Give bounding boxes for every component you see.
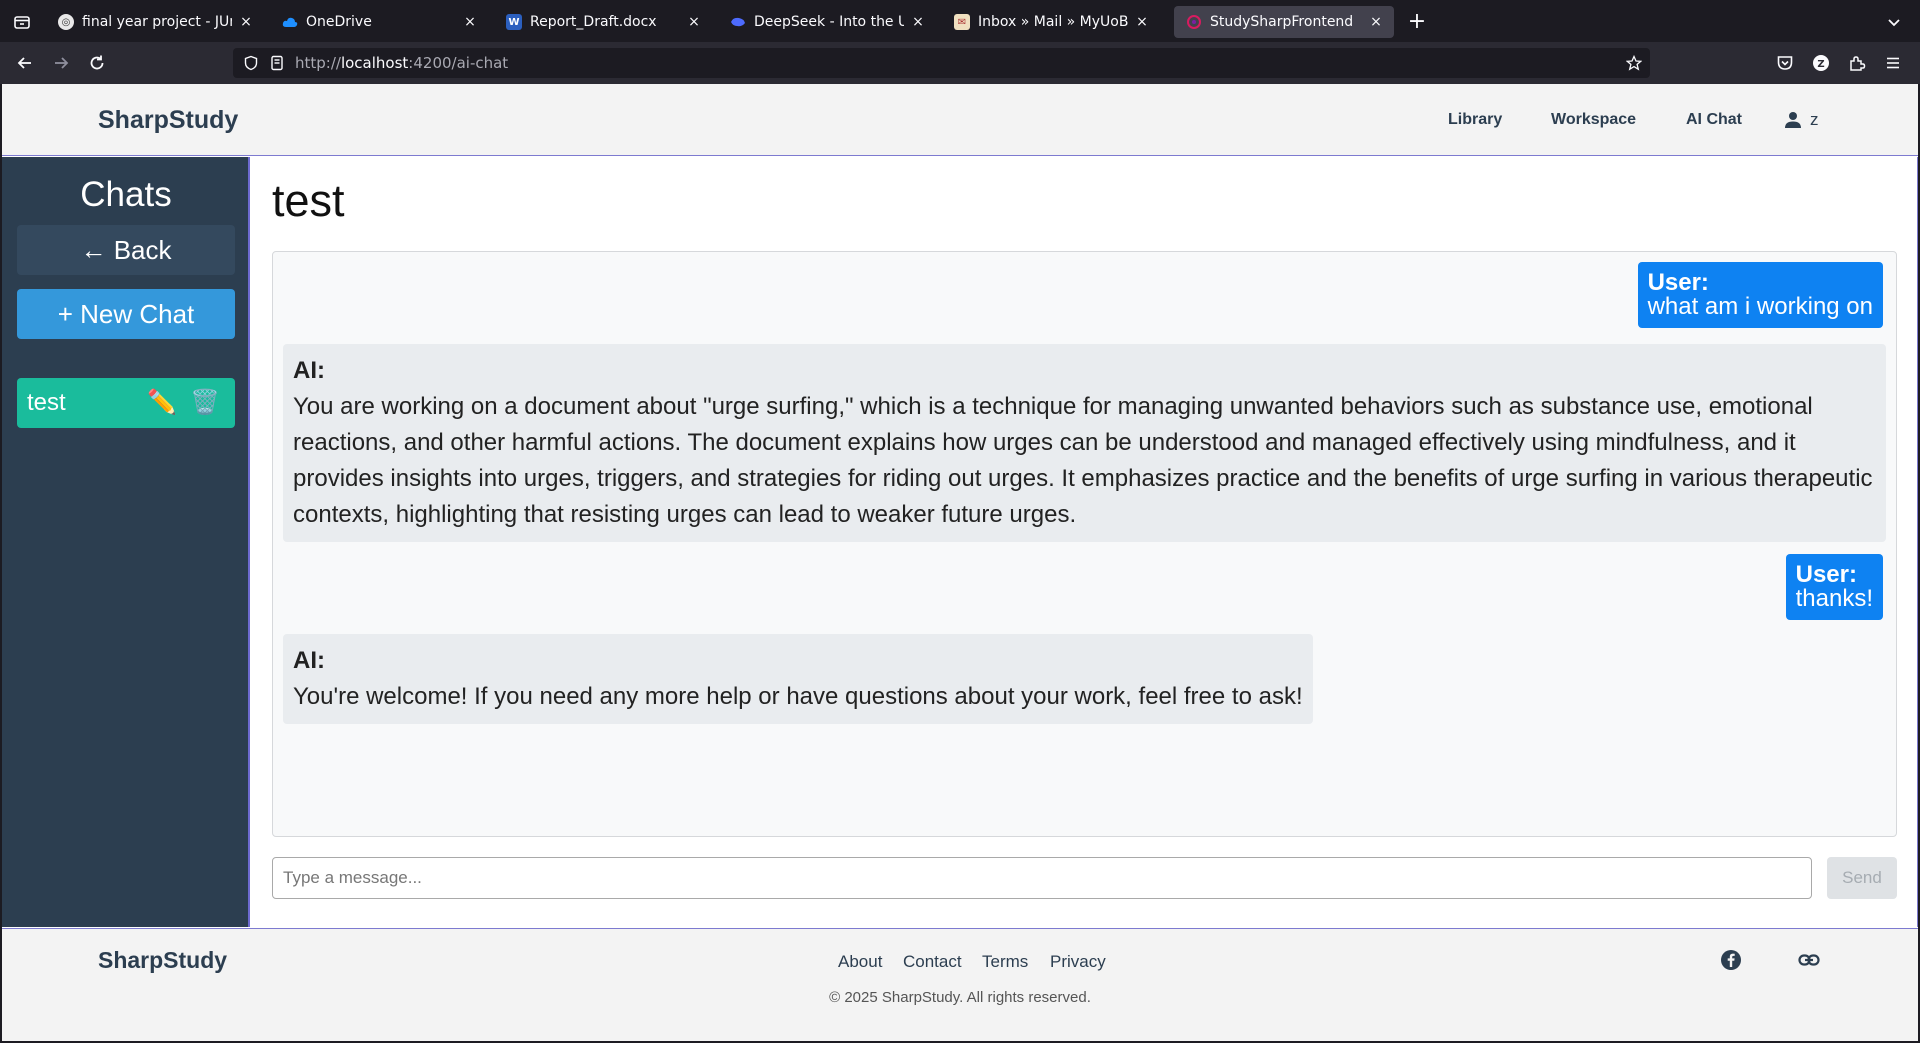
- close-tab-icon[interactable]: ×: [1134, 14, 1150, 30]
- message-speaker: AI:: [293, 647, 325, 674]
- nav-ai-chat[interactable]: AI Chat: [1686, 111, 1742, 129]
- tab-title: final year project - JUni: [82, 14, 232, 30]
- link-icon[interactable]: [1798, 949, 1820, 971]
- bookmark-star-icon[interactable]: [1625, 54, 1643, 71]
- site-footer: SharpStudy About Contact Terms Privacy ©…: [2, 928, 1918, 1041]
- url-text[interactable]: http://localhost:4200/ai-chat: [295, 54, 508, 72]
- browser-nav-bar: http://localhost:4200/ai-chat Z: [0, 42, 1920, 84]
- delete-trash-icon[interactable]: 🗑️: [190, 388, 220, 416]
- chat-main: test User: what am i working on AI: You …: [252, 157, 1918, 927]
- message-speaker: AI:: [293, 357, 325, 384]
- url-prefix: http://: [295, 54, 341, 72]
- user-name[interactable]: z: [1810, 110, 1819, 130]
- message-text: You're welcome! If you need any more hel…: [293, 683, 1303, 710]
- new-tab-button[interactable]: +: [1405, 8, 1429, 36]
- tab-list-icon[interactable]: [12, 12, 32, 32]
- facebook-icon[interactable]: [1720, 949, 1742, 971]
- shield-icon[interactable]: [243, 55, 259, 71]
- footer-link-privacy[interactable]: Privacy: [1050, 952, 1106, 972]
- close-tab-icon[interactable]: ×: [462, 14, 478, 30]
- back-arrow-icon[interactable]: [14, 52, 36, 74]
- browser-tab[interactable]: ✉ Inbox » Mail » MyUoB ×: [942, 6, 1160, 38]
- deepseek-whale-icon: [730, 14, 746, 30]
- close-tab-icon[interactable]: ×: [238, 14, 254, 30]
- site-logo[interactable]: SharpStudy: [98, 106, 238, 135]
- message-speaker: User:: [1795, 561, 1857, 588]
- user-message: User: what am i working on: [1637, 262, 1883, 328]
- browser-tab-bar: ◎ final year project - JUni × OneDrive ×…: [0, 0, 1920, 42]
- footer-link-about[interactable]: About: [838, 952, 882, 972]
- browser-tab[interactable]: DeepSeek - Into the Unknown ×: [718, 6, 936, 38]
- edit-pencil-icon[interactable]: ✏️: [147, 388, 177, 416]
- tab-title: Report_Draft.docx: [530, 14, 657, 30]
- footer-link-terms[interactable]: Terms: [982, 952, 1028, 972]
- address-bar[interactable]: http://localhost:4200/ai-chat: [233, 48, 1650, 78]
- footer-link-contact[interactable]: Contact: [903, 952, 962, 972]
- message-input[interactable]: [272, 857, 1812, 899]
- user-icon[interactable]: [1784, 111, 1802, 129]
- hamburger-menu-icon[interactable]: [1883, 53, 1903, 73]
- tab-title: DeepSeek - Into the Unknown: [754, 14, 904, 30]
- tab-title: StudySharpFrontend: [1210, 14, 1354, 30]
- chat-list-item[interactable]: test ✏️ 🗑️: [17, 378, 235, 428]
- browser-tab[interactable]: OneDrive ×: [270, 6, 488, 38]
- sidebar-title: Chats: [80, 175, 172, 214]
- copyright: © 2025 SharpStudy. All rights reserved.: [829, 989, 1091, 1006]
- chats-sidebar: Chats ← Back + New Chat test ✏️ 🗑️: [2, 157, 250, 927]
- message-text: what am i working on: [1647, 293, 1873, 320]
- url-path: :4200/ai-chat: [408, 54, 509, 72]
- chat-messages[interactable]: User: what am i working on AI: You are w…: [272, 251, 1897, 837]
- site-header: SharpStudy Library Workspace AI Chat z: [2, 84, 1918, 156]
- message-composer: Send: [272, 857, 1897, 899]
- close-tab-icon[interactable]: ×: [1368, 14, 1384, 30]
- send-button[interactable]: Send: [1827, 857, 1897, 899]
- user-message: User: thanks!: [1785, 554, 1883, 620]
- footer-logo[interactable]: SharpStudy: [98, 947, 227, 974]
- browser-tab[interactable]: W Report_Draft.docx ×: [494, 6, 712, 38]
- chat-item-name: test: [27, 389, 66, 416]
- tab-favicon-icon: ◎: [58, 14, 74, 30]
- chevron-down-icon[interactable]: [1884, 12, 1904, 32]
- message-text: You are working on a document about "urg…: [293, 393, 1873, 528]
- back-button[interactable]: ← Back: [17, 225, 235, 275]
- tab-title: Inbox » Mail » MyUoB: [978, 14, 1128, 30]
- message-text: thanks!: [1795, 585, 1873, 612]
- reload-icon[interactable]: [86, 52, 108, 74]
- ai-message: AI: You're welcome! If you need any more…: [283, 634, 1313, 724]
- message-speaker: User:: [1647, 269, 1709, 296]
- chat-title: test: [272, 175, 345, 226]
- new-chat-button[interactable]: + New Chat: [17, 289, 235, 339]
- page-info-icon[interactable]: [269, 55, 285, 71]
- extensions-icon[interactable]: [1847, 53, 1867, 73]
- svg-text:Z: Z: [1817, 59, 1824, 70]
- account-avatar-icon[interactable]: Z: [1811, 53, 1831, 73]
- close-tab-icon[interactable]: ×: [910, 14, 926, 30]
- nav-library[interactable]: Library: [1448, 111, 1502, 129]
- ai-message: AI: You are working on a document about …: [283, 344, 1886, 542]
- tab-title: OneDrive: [306, 14, 372, 30]
- mail-icon: ✉: [954, 14, 970, 30]
- browser-tab[interactable]: ◎ final year project - JUni ×: [46, 6, 264, 38]
- url-host: localhost: [340, 54, 409, 72]
- pocket-icon[interactable]: [1775, 53, 1795, 73]
- browser-tab-active[interactable]: StudySharpFrontend ×: [1174, 6, 1394, 38]
- page: SharpStudy Library Workspace AI Chat z C…: [2, 84, 1918, 1041]
- forward-arrow-icon[interactable]: [50, 52, 72, 74]
- word-doc-icon: W: [506, 14, 522, 30]
- app-favicon-icon: [1186, 14, 1202, 30]
- nav-workspace[interactable]: Workspace: [1551, 111, 1636, 129]
- onedrive-cloud-icon: [282, 14, 298, 30]
- close-tab-icon[interactable]: ×: [686, 14, 702, 30]
